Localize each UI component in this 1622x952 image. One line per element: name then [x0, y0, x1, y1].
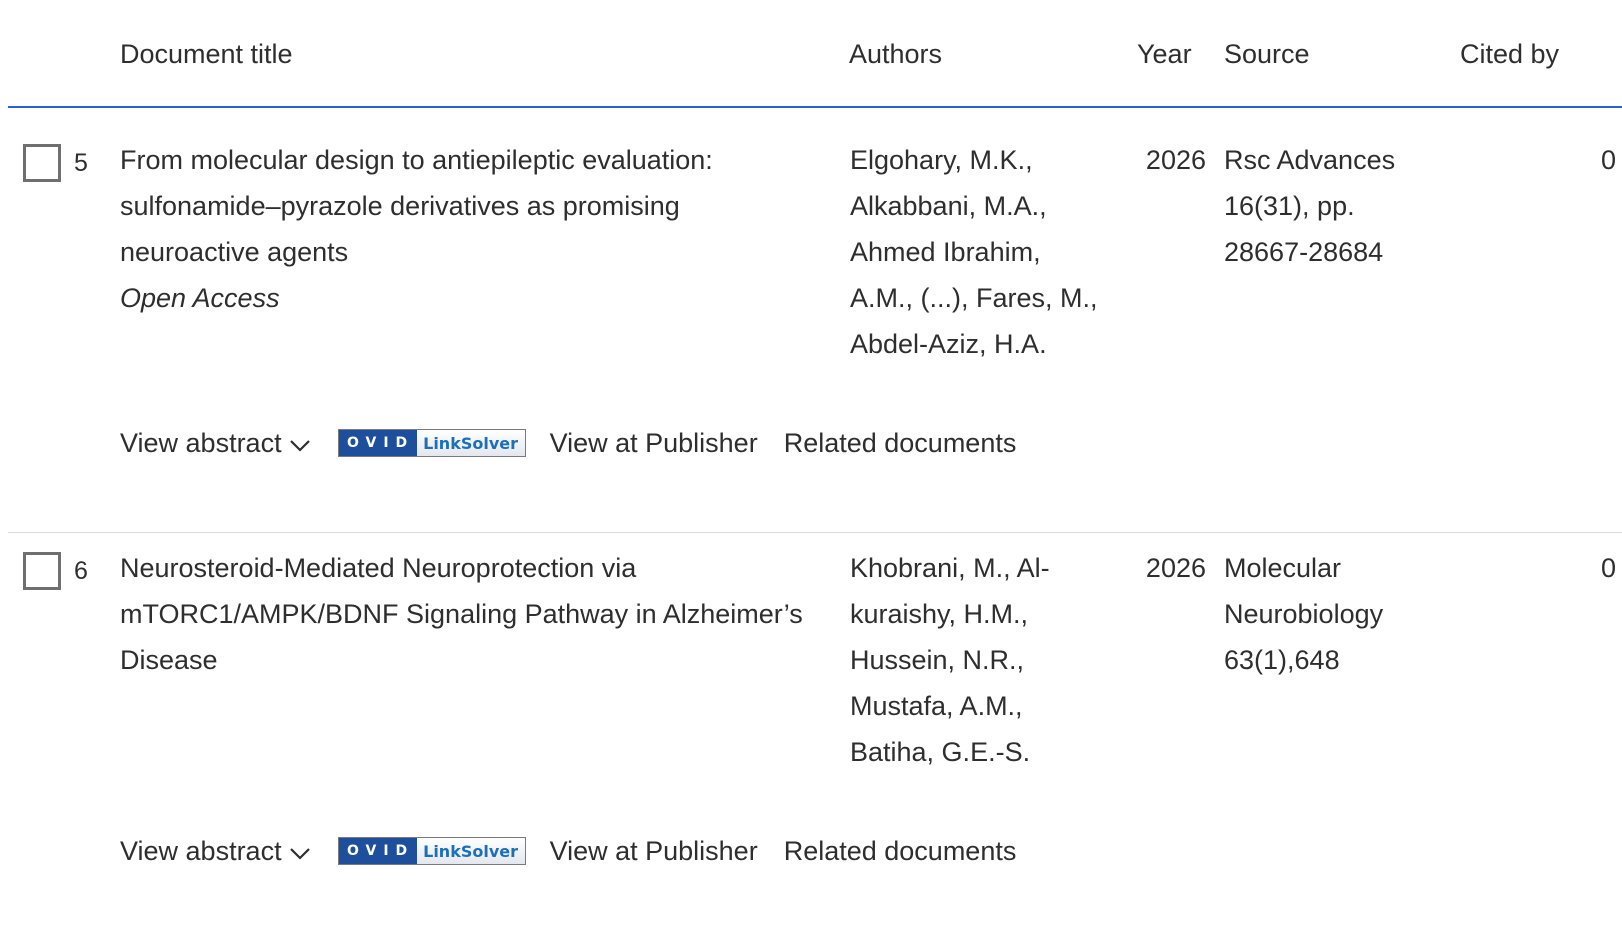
document-actions: View abstract OVID LinkSolver View at Pu…: [120, 423, 1016, 463]
author-line[interactable]: Ahmed Ibrahim,: [850, 237, 1041, 267]
ovid-logo: OVID: [338, 838, 417, 864]
column-header-authors[interactable]: Authors: [849, 37, 942, 71]
source-title-line[interactable]: Molecular: [1224, 553, 1341, 583]
view-abstract-button[interactable]: View abstract: [120, 834, 312, 868]
cited-by-count: 0: [1600, 553, 1616, 583]
chevron-down-icon: [289, 440, 310, 452]
table-row: 6 Neurosteroid-Mediated Neuroprotection …: [8, 533, 1622, 952]
source-volume: 16(31), pp.: [1224, 191, 1355, 221]
author-line[interactable]: A.M., (...), Fares, M.,: [850, 283, 1098, 313]
document-title-link[interactable]: Neurosteroid-Mediated Neuroprotection vi…: [120, 553, 803, 675]
document-title-line: Neurosteroid-Mediated Neuroprotection vi…: [120, 553, 637, 583]
source-cell: Rsc Advances 16(31), pp. 28667-28684: [1224, 137, 1454, 275]
source-title[interactable]: Rsc Advances: [1224, 145, 1395, 175]
author-line[interactable]: Alkabbani, M.A.,: [850, 191, 1047, 221]
column-header-cited-by[interactable]: Cited by: [1460, 37, 1559, 71]
linksolver-label: LinkSolver: [416, 838, 525, 864]
authors-cell: Khobrani, M., Al- kuraishy, H.M., Hussei…: [850, 545, 1120, 775]
year-cell: 2026: [1145, 553, 1206, 583]
document-title-line: neuroactive agents: [120, 237, 349, 267]
view-abstract-label: View abstract: [120, 836, 282, 866]
document-title-cell: Neurosteroid-Mediated Neuroprotection vi…: [120, 545, 840, 683]
view-at-publisher-link[interactable]: View at Publisher: [550, 834, 758, 868]
year-cell: 2026: [1145, 145, 1206, 175]
author-line[interactable]: Hussein, N.R.,: [850, 645, 1024, 675]
source-title-line[interactable]: Neurobiology: [1224, 599, 1383, 629]
document-title-cell: From molecular design to antiepileptic e…: [120, 137, 840, 321]
author-line[interactable]: Batiha, G.E.-S.: [850, 737, 1030, 767]
view-abstract-label: View abstract: [120, 428, 282, 458]
author-line[interactable]: Mustafa, A.M.,: [850, 691, 1023, 721]
document-title-line: mTORC1/AMPK/BDNF Signaling Pathway in Al…: [120, 599, 803, 629]
author-line[interactable]: Elgohary, M.K.,: [850, 145, 1033, 175]
author-line[interactable]: Abdel-Aziz, H.A.: [850, 329, 1047, 359]
column-header-document-title[interactable]: Document title: [120, 37, 293, 71]
view-abstract-button[interactable]: View abstract: [120, 426, 312, 460]
results-table-header: Document title Authors Year Source Cited…: [8, 0, 1622, 108]
document-actions: View abstract OVID LinkSolver View at Pu…: [120, 831, 1016, 871]
source-volume: 63(1),648: [1224, 645, 1340, 675]
ovid-logo: OVID: [338, 430, 417, 456]
related-documents-link[interactable]: Related documents: [784, 834, 1017, 868]
source-cell: Molecular Neurobiology 63(1),648: [1224, 545, 1454, 683]
document-title-line: sulfonamide–pyrazole derivatives as prom…: [120, 191, 680, 221]
view-at-publisher-link[interactable]: View at Publisher: [550, 426, 758, 460]
document-title-line: Disease: [120, 645, 218, 675]
author-line[interactable]: Khobrani, M., Al-: [850, 553, 1050, 583]
table-row: 5 From molecular design to antiepileptic…: [8, 108, 1622, 533]
ovid-linksolver-button[interactable]: OVID LinkSolver: [337, 429, 526, 457]
author-line[interactable]: kuraishy, H.M.,: [850, 599, 1028, 629]
document-title-line: From molecular design to antiepileptic e…: [120, 145, 713, 175]
source-pages: 28667-28684: [1224, 237, 1384, 267]
select-document-checkbox[interactable]: [23, 552, 61, 590]
select-document-checkbox[interactable]: [23, 144, 61, 182]
column-header-year[interactable]: Year: [1137, 37, 1192, 71]
open-access-label: Open Access: [120, 283, 280, 313]
cited-by-count: 0: [1600, 145, 1616, 175]
row-number: 6: [74, 557, 88, 585]
row-number: 5: [74, 149, 88, 177]
column-header-source[interactable]: Source: [1224, 37, 1310, 71]
chevron-down-icon: [289, 848, 310, 860]
ovid-linksolver-button[interactable]: OVID LinkSolver: [337, 837, 526, 865]
related-documents-link[interactable]: Related documents: [784, 426, 1017, 460]
document-title-link[interactable]: From molecular design to antiepileptic e…: [120, 145, 713, 267]
authors-cell: Elgohary, M.K., Alkabbani, M.A., Ahmed I…: [850, 137, 1120, 367]
linksolver-label: LinkSolver: [416, 430, 525, 456]
